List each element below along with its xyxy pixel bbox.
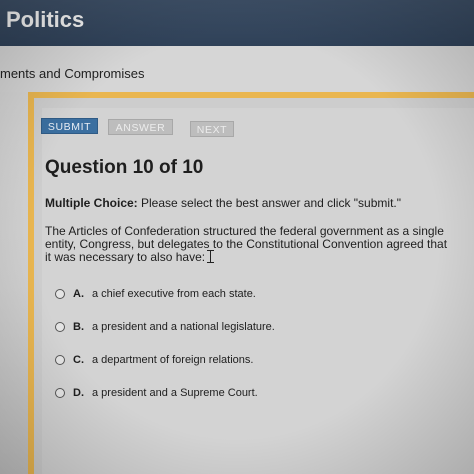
answer-option-c[interactable]: C. a department of foreign relations.: [55, 354, 253, 366]
option-text: a department of foreign relations.: [92, 354, 254, 366]
submit-button[interactable]: SUBMIT: [41, 118, 98, 134]
lesson-header: ments and Compromises: [0, 46, 474, 92]
screen: Politics ments and Compromises SUBMIT AN…: [0, 0, 474, 474]
answer-button[interactable]: ANSWER: [108, 119, 173, 135]
course-title: Politics: [6, 7, 85, 32]
question-text: The Articles of Confederation structured…: [45, 224, 448, 264]
option-letter: D.: [73, 387, 84, 399]
radio-button[interactable]: [55, 289, 65, 299]
question-instruction: Multiple Choice: Please select the best …: [45, 196, 401, 210]
question-type-label: Multiple Choice:: [45, 196, 138, 210]
question-title: Question 10 of 10: [45, 157, 204, 178]
option-letter: A.: [73, 288, 84, 300]
option-text: a president and a national legislature.: [92, 321, 275, 333]
next-button[interactable]: NEXT: [190, 121, 234, 137]
course-header: Politics: [0, 0, 474, 46]
radio-button[interactable]: [55, 355, 65, 365]
option-letter: B.: [73, 321, 84, 333]
radio-button[interactable]: [55, 322, 65, 332]
option-text: a president and a Supreme Court.: [92, 387, 258, 399]
text-cursor-icon: [207, 250, 214, 263]
option-letter: C.: [73, 354, 84, 366]
answer-option-d[interactable]: D. a president and a Supreme Court.: [55, 387, 258, 399]
instruction-text: Please select the best answer and click …: [141, 196, 401, 210]
answer-option-a[interactable]: A. a chief executive from each state.: [55, 288, 256, 300]
answer-option-b[interactable]: B. a president and a national legislatur…: [55, 321, 275, 333]
question-panel: [28, 92, 474, 474]
option-text: a chief executive from each state.: [92, 288, 256, 300]
radio-button[interactable]: [55, 388, 65, 398]
lesson-title: ments and Compromises: [0, 66, 145, 81]
